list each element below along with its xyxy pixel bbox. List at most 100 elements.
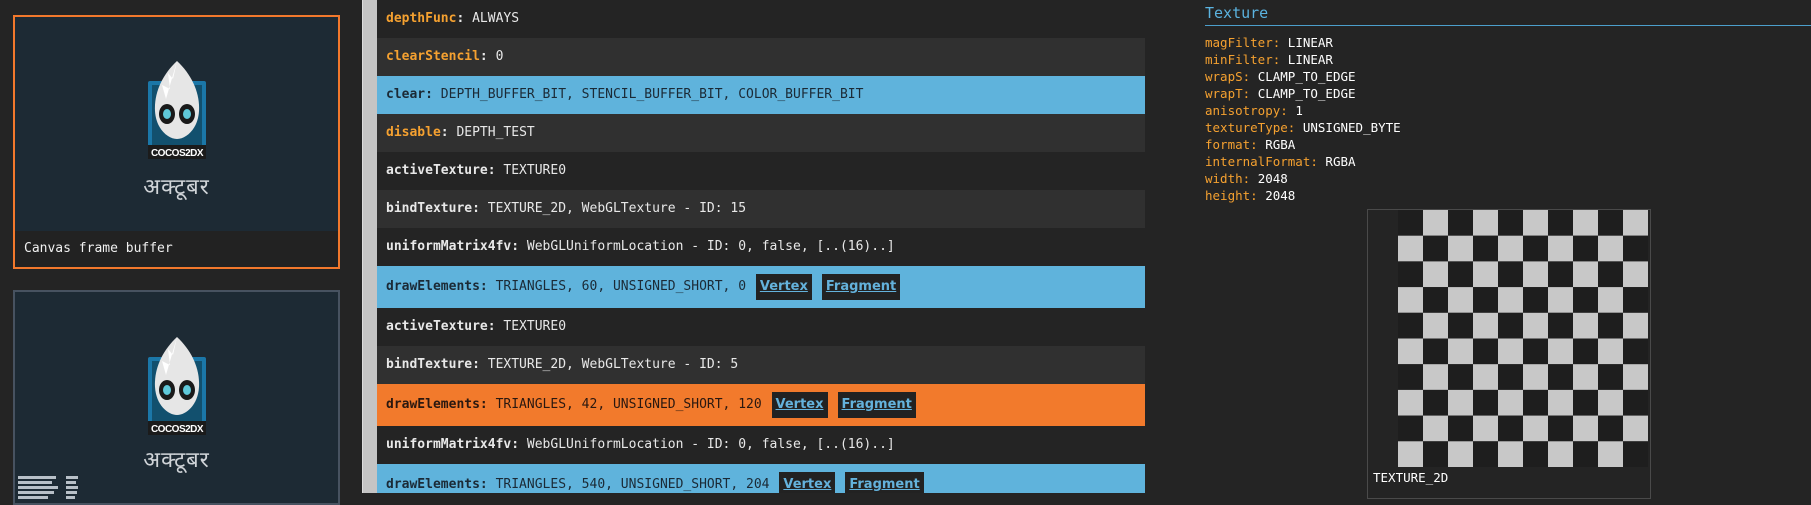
fragment-shader-link[interactable]: Fragment [821, 273, 901, 300]
vertex-shader-link[interactable]: Vertex [771, 391, 828, 418]
capture-column: COCOS2DX अक्टूबर Canvas frame buffer COC… [0, 0, 360, 505]
vertex-shader-link[interactable]: Vertex [779, 471, 836, 493]
command-drawElements[interactable]: drawElements: TRIANGLES, 60, UNSIGNED_SH… [377, 266, 1145, 308]
checker-cell [1523, 389, 1548, 416]
command-clearStencil[interactable]: clearStencil: 0 [377, 38, 1145, 76]
checker-cell [1573, 364, 1598, 390]
checker-cell [1398, 415, 1423, 442]
checker-cell [1498, 338, 1523, 365]
checker-cell [1623, 389, 1648, 416]
capture-thumbnail-canvas-frame-buffer[interactable]: COCOS2DX अक्टूबर Canvas frame buffer [13, 15, 340, 269]
fragment-shader-link[interactable]: Fragment [845, 471, 924, 493]
vertex-shader-link[interactable]: Vertex [755, 273, 812, 300]
command-list: depthFunc: ALWAYS clearStencil: 0 clear: D… [377, 0, 1145, 493]
command-clear[interactable]: clear: DEPTH_BUFFER_BIT, STENCIL_BUFFER_… [377, 76, 1145, 114]
command-uniformMatrix4fv[interactable]: uniformMatrix4fv: WebGLUniformLocation -… [377, 426, 1145, 464]
command-name: drawElements [386, 279, 480, 294]
command-args: DEPTH_TEST [456, 125, 535, 140]
checker-cell [1573, 312, 1598, 339]
property-key: internalFormat [1205, 154, 1311, 169]
command-activeTexture[interactable]: activeTexture: TEXTURE0 [377, 152, 1145, 190]
checker-cell [1423, 235, 1448, 262]
fragment-shader-link[interactable]: Fragment [837, 391, 916, 418]
property-key: height [1205, 188, 1251, 203]
command-args: TEXTURE0 [503, 319, 567, 334]
checker-cell [1573, 210, 1598, 236]
checker-cell [1523, 287, 1548, 313]
command-args: TEXTURE_2D, WebGLTexture - ID: 5 [487, 357, 739, 372]
texture-property-wrapS: wrapS: CLAMP_TO_EDGE [1205, 69, 1356, 84]
checker-cell [1523, 261, 1548, 288]
command-bindTexture[interactable]: bindTexture: TEXTURE_2D, WebGLTexture - … [377, 346, 1145, 384]
checker-cell [1598, 364, 1623, 390]
checker-cell [1423, 312, 1448, 339]
command-args: WebGLUniformLocation - ID: 0, false, [..… [526, 239, 895, 254]
checker-cell [1398, 312, 1423, 339]
checker-cell [1548, 415, 1573, 442]
texture-panel: Texture magFilter: LINEAR minFilter: LINE… [1145, 0, 1811, 499]
checker-cell [1423, 287, 1448, 313]
command-args: TRIANGLES, 42, UNSIGNED_SHORT, 120 [495, 397, 762, 412]
checker-cell [1473, 287, 1498, 313]
checker-cell [1423, 415, 1448, 442]
property-key: anisotropy [1205, 103, 1281, 118]
command-name: uniformMatrix4fv [386, 239, 512, 254]
texture-panel-title: Texture [1205, 4, 1811, 26]
checker-cell [1498, 287, 1523, 313]
command-depthFunc[interactable]: depthFunc: ALWAYS [377, 0, 1145, 38]
command-args: TRIANGLES, 60, UNSIGNED_SHORT, 0 [495, 279, 747, 294]
checker-cell [1523, 210, 1548, 236]
checker-cell [1623, 287, 1648, 313]
checker-cell [1448, 441, 1473, 467]
checker-cell [1623, 261, 1648, 288]
hindi-label: अक्टूबर [143, 175, 210, 200]
property-key: width [1205, 171, 1243, 186]
checker-cell [1573, 415, 1598, 442]
checker-cell [1548, 338, 1573, 365]
command-disable[interactable]: disable: DEPTH_TEST [377, 114, 1145, 152]
checker-cell [1398, 389, 1423, 416]
command-drawElements[interactable]: drawElements: TRIANGLES, 540, UNSIGNED_S… [377, 464, 1145, 493]
command-activeTexture[interactable]: activeTexture: TEXTURE0 [377, 308, 1145, 346]
checker-cell [1598, 210, 1623, 236]
checker-cell [1398, 235, 1423, 262]
checker-cell [1623, 235, 1648, 262]
checker-cell [1523, 338, 1548, 365]
texture-property-wrapT: wrapT: CLAMP_TO_EDGE [1205, 86, 1356, 101]
capture-thumbnail[interactable]: COCOS2DX अक्टूबर [13, 290, 340, 505]
cocos2dx-logo: COCOS2DX [147, 61, 206, 159]
checker-cell [1473, 389, 1498, 416]
command-name: depthFunc [386, 11, 457, 26]
checker-cell [1523, 364, 1548, 390]
svg-text:COCOS2DX: COCOS2DX [150, 424, 203, 435]
property-value: 1 [1295, 103, 1303, 118]
command-args: WebGLUniformLocation - ID: 0, false, [..… [526, 437, 895, 452]
property-key: format [1205, 137, 1251, 152]
texture-property-height: height: 2048 [1205, 188, 1296, 203]
property-key: minFilter [1205, 52, 1273, 67]
property-key: magFilter [1205, 35, 1273, 50]
checker-cell [1623, 210, 1648, 236]
svg-text:COCOS2DX: COCOS2DX [150, 148, 203, 159]
checker-cell [1448, 415, 1473, 442]
checker-cell [1473, 235, 1498, 262]
property-key: wrapT [1205, 86, 1243, 101]
command-name: activeTexture [386, 163, 488, 178]
command-uniformMatrix4fv[interactable]: uniformMatrix4fv: WebGLUniformLocation -… [377, 228, 1145, 266]
texture-property-minFilter: minFilter: LINEAR [1205, 52, 1333, 67]
command-args: ALWAYS [472, 11, 520, 26]
command-name: bindTexture [386, 357, 473, 372]
checker-cell [1473, 441, 1498, 467]
checker-cell [1423, 261, 1448, 288]
command-bindTexture[interactable]: bindTexture: TEXTURE_2D, WebGLTexture - … [377, 190, 1145, 228]
texture-property-format: format: RGBA [1205, 137, 1296, 152]
checker-cell [1548, 261, 1573, 288]
texture-properties: magFilter: LINEAR minFilter: LINEAR wrapS:… [1205, 34, 1401, 204]
texture-property-internalFormat: internalFormat: RGBA [1205, 154, 1356, 169]
command-drawElements[interactable]: drawElements: TRIANGLES, 42, UNSIGNED_SH… [377, 384, 1145, 426]
checker-cell [1623, 364, 1648, 390]
checker-cell [1623, 312, 1648, 339]
checker-cell [1398, 287, 1423, 313]
checker-cell [1498, 210, 1523, 236]
checker-cell [1498, 261, 1523, 288]
